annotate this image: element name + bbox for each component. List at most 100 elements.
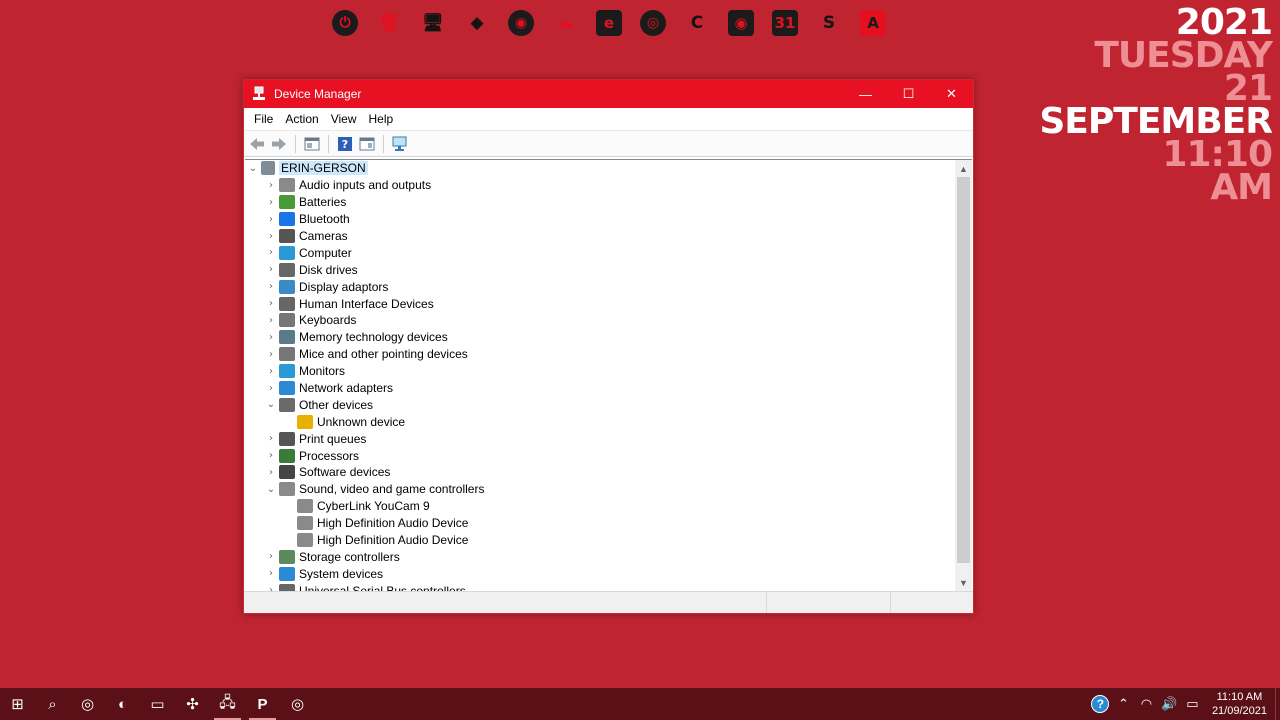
tree-category[interactable]: › Software devices	[245, 464, 955, 481]
tree-category[interactable]: › Monitors	[245, 363, 955, 380]
taskbar-clock[interactable]: 11:10 AM 21/09/2021	[1204, 690, 1275, 718]
cloud-icon[interactable]: ☁	[550, 7, 580, 39]
expand-chevron-icon[interactable]: ›	[263, 366, 279, 377]
expand-chevron-icon[interactable]: ›	[263, 332, 279, 343]
expand-chevron-icon[interactable]: ›	[263, 467, 279, 478]
tree-root[interactable]: ⌄ ERIN-GERSON	[245, 160, 955, 177]
monitor-glyph: 🖥	[422, 13, 444, 33]
disc-glyph: ◉	[728, 10, 754, 36]
expand-chevron-icon[interactable]: ›	[263, 450, 279, 461]
title-bar[interactable]: Device Manager — ☐ ✕	[244, 80, 973, 108]
tree-category[interactable]: › System devices	[245, 565, 955, 582]
chrome-icon[interactable]: ◎	[638, 7, 668, 39]
ccleaner-icon[interactable]: C	[682, 7, 712, 39]
properties-icon[interactable]	[303, 135, 321, 153]
expand-chevron-icon[interactable]: ›	[263, 231, 279, 242]
menu-view[interactable]: View	[325, 112, 363, 126]
tree-device[interactable]: Unknown device	[245, 413, 955, 430]
forward-arrow-icon[interactable]	[270, 135, 288, 153]
trash-icon[interactable]: 🗑	[374, 7, 404, 39]
maximize-button[interactable]: ☐	[887, 80, 930, 108]
taskbar-device-manager[interactable]: 🖧	[210, 688, 245, 720]
tree-category[interactable]: › Mice and other pointing devices	[245, 346, 955, 363]
scroll-down-arrow-icon[interactable]: ▼	[955, 574, 972, 591]
menu-help[interactable]: Help	[363, 112, 400, 126]
tree-device[interactable]: High Definition Audio Device	[245, 515, 955, 532]
tree-category[interactable]: › Disk drives	[245, 261, 955, 278]
help-tray-icon[interactable]: ?	[1089, 695, 1112, 713]
scroll-up-arrow-icon[interactable]: ▲	[955, 160, 972, 177]
expand-chevron-icon[interactable]: ›	[263, 180, 279, 191]
expand-chevron-icon[interactable]: ›	[263, 298, 279, 309]
search-button[interactable]: ⌕	[35, 688, 70, 720]
wifi-icon[interactable]: ◠	[1135, 696, 1158, 712]
taskbar-powerpoint[interactable]: P	[245, 688, 280, 720]
collapse-chevron-icon[interactable]: ⌄	[263, 399, 279, 410]
taskbar-app-misc[interactable]: ✣	[175, 688, 210, 720]
expand-chevron-icon[interactable]: ›	[263, 568, 279, 579]
tree-category[interactable]: › Universal Serial Bus controllers	[245, 582, 955, 591]
tree-category[interactable]: › Processors	[245, 447, 955, 464]
power-icon[interactable]: ⏻	[330, 7, 360, 39]
expand-chevron-icon[interactable]: ›	[263, 433, 279, 444]
monitor-icon[interactable]: 🖥	[418, 7, 448, 39]
box-icon[interactable]: ◆	[462, 7, 492, 39]
vertical-scrollbar[interactable]: ▲ ▼	[955, 160, 972, 591]
scrollbar-thumb[interactable]	[957, 177, 970, 563]
collapse-chevron-icon[interactable]: ⌄	[263, 484, 279, 495]
edge-icon[interactable]: e	[594, 7, 624, 39]
tree-item-label: Other devices	[299, 397, 374, 412]
expand-chevron-icon[interactable]: ›	[263, 197, 279, 208]
tree-category[interactable]: › Computer	[245, 244, 955, 261]
tree-category[interactable]: ⌄ Other devices	[245, 396, 955, 413]
minimize-button[interactable]: —	[844, 80, 887, 108]
camera-icon[interactable]: ◉	[506, 7, 536, 39]
autocad-icon[interactable]: A	[858, 7, 888, 39]
volume-icon[interactable]: 🔊	[1158, 696, 1181, 712]
collapse-chevron-icon[interactable]: ⌄	[245, 163, 261, 174]
expand-chevron-icon[interactable]: ›	[263, 349, 279, 360]
tree-category[interactable]: ⌄ Sound, video and game controllers	[245, 481, 955, 498]
taskbar: ⊞ ⌕ ◎ ◐ ▭ ✣ 🖧 P ◎ ? ⌃ ◠ 🔊 ▭ 11:10 AM 21/09/2021	[0, 688, 1280, 720]
menu-file[interactable]: File	[248, 112, 279, 126]
tree-category[interactable]: › Audio inputs and outputs	[245, 177, 955, 194]
sketchup-icon[interactable]: S	[814, 7, 844, 39]
taskbar-edge[interactable]: ◐	[105, 688, 140, 720]
tree-category[interactable]: › Human Interface Devices	[245, 295, 955, 312]
menu-action[interactable]: Action	[279, 112, 324, 126]
expand-chevron-icon[interactable]: ›	[263, 264, 279, 275]
tree-category[interactable]: › Cameras	[245, 228, 955, 245]
expand-chevron-icon[interactable]: ›	[263, 214, 279, 225]
taskbar-chrome[interactable]: ◎	[70, 688, 105, 720]
tree-category[interactable]: › Batteries	[245, 194, 955, 211]
show-desktop-button[interactable]	[1275, 688, 1280, 720]
tree-device[interactable]: High Definition Audio Device	[245, 532, 955, 549]
taskbar-chrome-2[interactable]: ◎	[280, 688, 315, 720]
expand-chevron-icon[interactable]: ›	[263, 281, 279, 292]
help-icon[interactable]: ?	[336, 135, 354, 153]
close-button[interactable]: ✕	[930, 80, 973, 108]
tree-item-label: Cameras	[299, 229, 348, 243]
view-hidden-icon[interactable]	[358, 135, 376, 153]
tree-device[interactable]: CyberLink YouCam 9	[245, 498, 955, 515]
show-hidden-icons-chevron-icon[interactable]: ⌃	[1112, 696, 1135, 712]
calendar-icon[interactable]: 31	[770, 7, 800, 39]
start-button[interactable]: ⊞	[0, 688, 35, 720]
tree-category[interactable]: › Print queues	[245, 430, 955, 447]
expand-chevron-icon[interactable]: ›	[263, 315, 279, 326]
expand-chevron-icon[interactable]: ›	[263, 247, 279, 258]
device-manager-icon	[251, 86, 267, 102]
taskbar-file-explorer[interactable]: ▭	[140, 688, 175, 720]
tree-category[interactable]: › Keyboards	[245, 312, 955, 329]
scan-hardware-icon[interactable]	[391, 135, 409, 153]
back-arrow-icon[interactable]	[248, 135, 266, 153]
expand-chevron-icon[interactable]: ›	[263, 551, 279, 562]
tree-category[interactable]: › Display adaptors	[245, 278, 955, 295]
tree-category[interactable]: › Storage controllers	[245, 548, 955, 565]
expand-chevron-icon[interactable]: ›	[263, 383, 279, 394]
tree-category[interactable]: › Network adapters	[245, 380, 955, 397]
battery-icon[interactable]: ▭	[1181, 696, 1204, 712]
tree-category[interactable]: › Bluetooth	[245, 211, 955, 228]
tree-category[interactable]: › Memory technology devices	[245, 329, 955, 346]
disc-icon[interactable]: ◉	[726, 7, 756, 39]
